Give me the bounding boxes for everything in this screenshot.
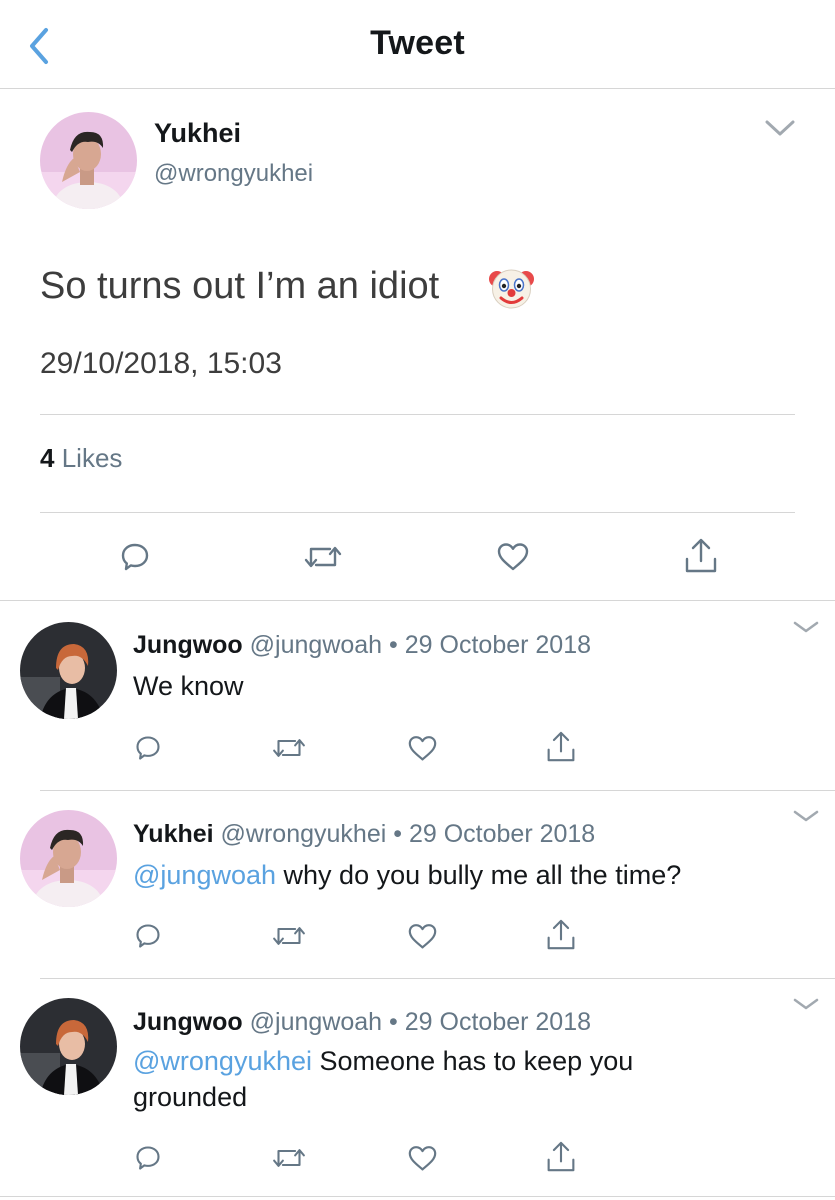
- handle[interactable]: @wrongyukhei: [221, 820, 387, 848]
- like-icon[interactable]: [496, 541, 530, 573]
- divider: [40, 978, 835, 979]
- display-name[interactable]: Jungwoo: [133, 631, 243, 659]
- avatar[interactable]: [20, 810, 117, 907]
- reply-header: Yukhei @wrongyukhei • 29 October 2018: [133, 820, 596, 848]
- reply-date: 29 October 2018: [404, 631, 592, 659]
- handle[interactable]: @jungwoah: [250, 1008, 382, 1036]
- like-icon[interactable]: [407, 1144, 438, 1173]
- avatar[interactable]: [20, 622, 117, 719]
- tweet-timestamp: 29/10/2018, 15:03: [40, 347, 282, 380]
- share-icon[interactable]: [684, 537, 718, 575]
- likes-count[interactable]: 4 Likes: [40, 443, 122, 474]
- divider: [0, 1196, 835, 1197]
- handle[interactable]: @wrongyukhei: [154, 160, 313, 188]
- like-icon[interactable]: [407, 922, 438, 951]
- reply-icon[interactable]: [134, 922, 162, 950]
- chevron-down-icon[interactable]: [792, 808, 820, 824]
- display-name[interactable]: Jungwoo: [133, 1008, 243, 1036]
- share-icon[interactable]: [546, 918, 576, 952]
- header-divider: [0, 88, 835, 89]
- chevron-down-icon[interactable]: [792, 619, 820, 635]
- mention-link[interactable]: @wrongyukhei: [133, 1046, 312, 1076]
- reply-date: 29 October 2018: [408, 820, 596, 848]
- display-name[interactable]: Yukhei: [154, 118, 241, 149]
- reply-text: @wrongyukhei Someone has to keep you gro…: [133, 1046, 634, 1112]
- reply-date: 29 October 2018: [404, 1008, 592, 1036]
- section-divider: [0, 600, 835, 601]
- avatar[interactable]: [20, 998, 117, 1095]
- share-icon[interactable]: [546, 1140, 576, 1174]
- retweet-icon[interactable]: [270, 734, 308, 762]
- handle[interactable]: @jungwoah: [250, 631, 382, 659]
- retweet-icon[interactable]: [270, 1144, 308, 1172]
- reply-icon[interactable]: [134, 1144, 162, 1172]
- reply-icon[interactable]: [134, 734, 162, 762]
- divider: [40, 414, 795, 415]
- divider: [40, 790, 835, 791]
- retweet-icon[interactable]: [302, 541, 344, 573]
- page-title: Tweet: [370, 24, 465, 62]
- share-icon[interactable]: [546, 730, 576, 764]
- like-icon[interactable]: [407, 734, 438, 763]
- retweet-icon[interactable]: [270, 922, 308, 950]
- tweet-text: So turns out I’m an idiot: [40, 265, 440, 307]
- display-name[interactable]: Yukhei: [133, 820, 214, 848]
- chevron-down-icon[interactable]: [764, 118, 796, 138]
- divider: [40, 512, 795, 513]
- reply-text: @jungwoah why do you bully me all the ti…: [133, 860, 682, 890]
- reply-text: We know: [133, 671, 244, 701]
- chevron-down-icon[interactable]: [792, 996, 820, 1012]
- mention-link[interactable]: @jungwoah: [133, 860, 276, 890]
- avatar[interactable]: [40, 112, 137, 209]
- reply-header: Jungwoo @jungwoah • 29 October 2018: [133, 1008, 592, 1036]
- reply-icon[interactable]: [119, 541, 151, 573]
- reply-header: Jungwoo @jungwoah • 29 October 2018: [133, 631, 592, 659]
- clown-face-icon: [489, 269, 534, 309]
